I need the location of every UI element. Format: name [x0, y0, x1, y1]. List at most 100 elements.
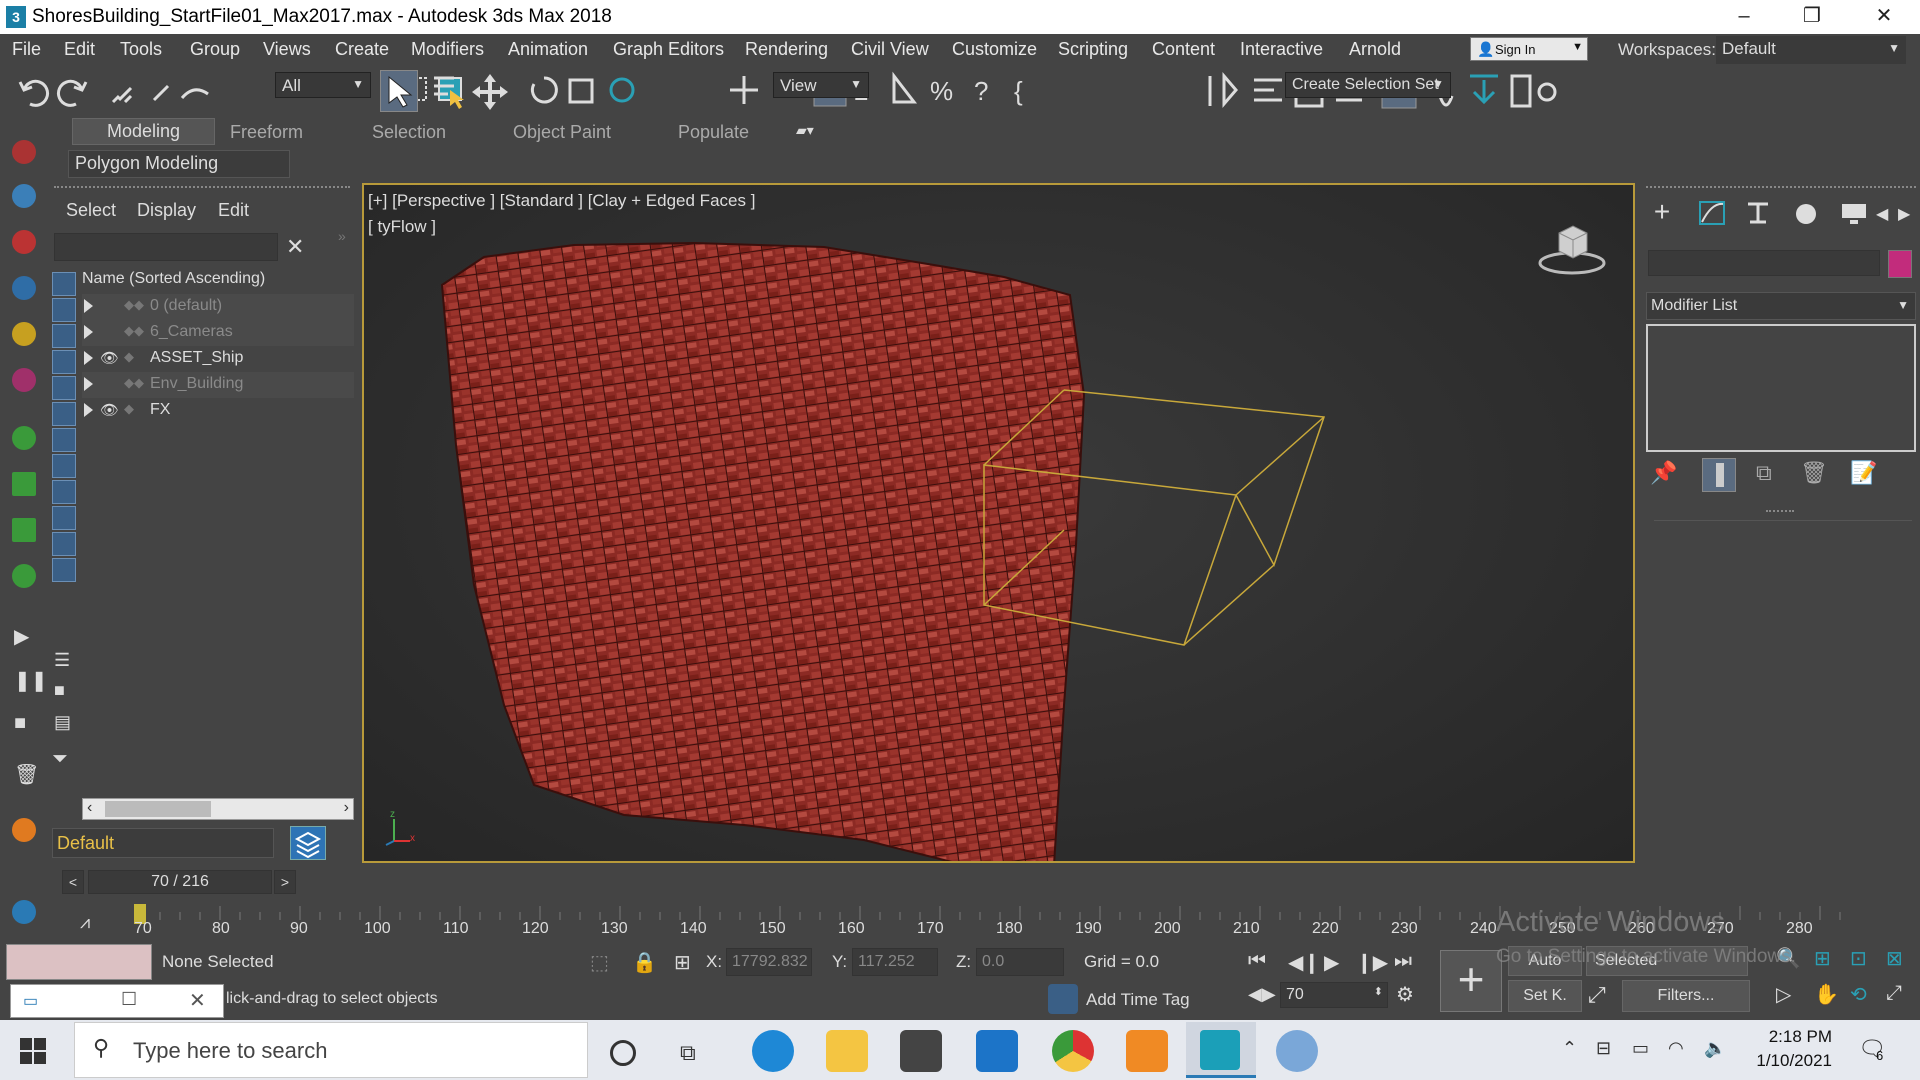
selection-lock-icon[interactable]: 🔒	[632, 950, 657, 975]
explorer-row[interactable]: 👁 ◆ FX	[82, 398, 354, 424]
menu-group[interactable]: Group	[190, 39, 240, 60]
paint-icon[interactable]	[1276, 1030, 1318, 1072]
z-coord-field[interactable]: 0.0	[976, 948, 1064, 976]
filter-bones-icon[interactable]	[52, 480, 76, 504]
close-button[interactable]: ✕	[1856, 0, 1912, 34]
filter-containers-icon[interactable]	[52, 506, 76, 530]
eye-icon[interactable]: 👁	[100, 349, 119, 367]
media-player-icon[interactable]	[1126, 1030, 1168, 1072]
mail-icon[interactable]	[976, 1030, 1018, 1072]
grid-icon[interactable]	[12, 518, 36, 542]
key-tangent-icon[interactable]: ⤢	[1588, 982, 1606, 1008]
battery-icon[interactable]: ▭	[1632, 1038, 1649, 1059]
ribbon-tab-modeling[interactable]: Modeling	[72, 118, 216, 145]
edge-icon[interactable]	[752, 1030, 794, 1072]
expand-triangle-icon[interactable]	[84, 351, 93, 365]
layer-explorer-button[interactable]	[290, 826, 326, 860]
create-tab-plus-icon[interactable]: +	[1646, 196, 1678, 230]
modify-tab-icon[interactable]	[1696, 196, 1728, 230]
curve-editor-mini-icon[interactable]: ⩘	[80, 912, 90, 933]
modifier-list-dropdown[interactable]: Modifier List ▼	[1646, 292, 1916, 320]
file-explorer-icon[interactable]	[826, 1030, 868, 1072]
expand-triangle-icon[interactable]	[84, 377, 93, 391]
taskbar-clock[interactable]: 2:18 PM 1/10/2021	[1736, 1027, 1832, 1071]
select-by-name-button[interactable]	[430, 72, 466, 110]
menu-rendering[interactable]: Rendering	[745, 39, 828, 60]
select-object-button[interactable]	[380, 70, 418, 112]
helpers-icon[interactable]	[12, 368, 36, 392]
cameras-icon[interactable]	[12, 322, 36, 346]
ribbon-options-icon[interactable]: ▰▾	[796, 122, 826, 140]
next-frame-icon[interactable]: ❙▶	[1356, 950, 1388, 975]
explorer-drag-handle[interactable]	[54, 186, 350, 192]
remove-modifier-icon[interactable]: 🗑	[1800, 460, 1828, 486]
time-slider-prev-button[interactable]: <	[62, 870, 84, 894]
add-time-tag-button[interactable]: Add Time Tag	[1086, 990, 1190, 1010]
filter-frozen-icon[interactable]	[52, 532, 76, 556]
task-view-icon[interactable]: ⧉	[680, 1040, 696, 1066]
orbit-icon[interactable]: ⟲	[1850, 982, 1867, 1007]
particles-icon[interactable]	[12, 426, 36, 450]
eye-icon[interactable]: 👁	[100, 401, 119, 419]
filter-select-icon[interactable]: ■	[54, 680, 65, 701]
spinner-icon[interactable]: ⬍	[1374, 985, 1383, 998]
expand-triangle-icon[interactable]	[84, 325, 93, 339]
wifi-icon[interactable]: ◠	[1668, 1038, 1684, 1059]
modifier-stack[interactable]	[1646, 324, 1916, 452]
menu-graph-editors[interactable]: Graph Editors	[613, 39, 724, 60]
cortana-icon[interactable]	[610, 1040, 636, 1066]
filter-cameras-icon[interactable]	[52, 350, 76, 374]
time-slider-thumb[interactable]: 70 / 216	[88, 870, 272, 894]
lights-icon[interactable]	[12, 276, 36, 300]
explorer-tab-edit[interactable]: Edit	[218, 200, 249, 221]
filter-list-icon[interactable]: ☰	[54, 650, 70, 671]
hierarchy-tab-icon[interactable]	[1742, 196, 1774, 230]
key-mode-icon[interactable]: ◀▶	[1248, 984, 1276, 1005]
play-icon[interactable]: ▶	[1324, 950, 1339, 975]
shapes-icon[interactable]	[12, 230, 36, 254]
filter-hidden-icon[interactable]	[52, 558, 76, 582]
filter-helpers-icon[interactable]	[52, 376, 76, 400]
volume-icon[interactable]: 🔈	[1704, 1038, 1726, 1059]
explorer-column-header[interactable]: Name (Sorted Ascending)	[82, 270, 265, 288]
ribbon-tab-freeform[interactable]: Freeform	[230, 122, 303, 143]
clear-search-icon[interactable]: ✕	[286, 234, 304, 260]
pause-icon[interactable]: ❚❚	[14, 668, 48, 693]
filter-groups-icon[interactable]	[52, 428, 76, 452]
motion-tab-icon[interactable]	[1790, 196, 1822, 230]
geometry-icon[interactable]	[12, 184, 36, 208]
pin-stack-icon[interactable]: 📌	[1650, 460, 1677, 486]
menu-civil-view[interactable]: Civil View	[851, 39, 929, 60]
sign-in-button[interactable]: 👤 Sign In ▼	[1470, 37, 1588, 61]
menu-content[interactable]: Content	[1152, 39, 1215, 60]
show-hidden-icons-icon[interactable]: ⌃	[1562, 1038, 1577, 1059]
explorer-row[interactable]: ◆◆ 0 (default)	[82, 294, 354, 320]
action-center-button[interactable]: 🗨 6	[1858, 1036, 1888, 1064]
explorer-horizontal-scrollbar[interactable]: ‹ ›	[82, 798, 354, 820]
explorer-row[interactable]: 👁 ◆ ASSET_Ship	[82, 346, 354, 372]
field-of-view-icon[interactable]: ▷	[1776, 982, 1791, 1007]
previous-frame-icon[interactable]: ◀❙	[1288, 950, 1320, 975]
taskbar-search-box[interactable]: ⚲ Type here to search	[74, 1022, 588, 1078]
menu-customize[interactable]: Customize	[952, 39, 1037, 60]
object-name-input[interactable]	[1648, 250, 1880, 276]
goto-start-icon[interactable]: ⏮	[1248, 950, 1266, 973]
show-end-result-button[interactable]	[1702, 458, 1736, 492]
perspective-viewport[interactable]: [+] [Perspective ] [Standard ] [Clay + E…	[362, 183, 1635, 863]
filter-shapes-icon[interactable]	[52, 298, 76, 322]
start-button[interactable]	[20, 1038, 46, 1069]
pan-hand-icon[interactable]: ✋	[1814, 982, 1839, 1007]
scrollbar-thumb[interactable]	[105, 801, 211, 817]
menu-interactive[interactable]: Interactive	[1240, 39, 1323, 60]
set-key-button[interactable]: Set K.	[1508, 980, 1582, 1012]
maximize-icon[interactable]: ☐	[121, 989, 137, 1010]
explorer-tab-display[interactable]: Display	[137, 200, 196, 221]
burst-icon[interactable]	[12, 564, 36, 588]
panel-scroll-right-icon[interactable]: ▶	[1898, 204, 1910, 224]
fire-icon[interactable]	[12, 818, 36, 842]
menu-create[interactable]: Create	[335, 39, 389, 60]
make-unique-icon[interactable]: ⧉	[1756, 460, 1772, 486]
scroll-right-icon[interactable]: ›	[344, 799, 349, 817]
network-device-icon[interactable]: ⊟	[1596, 1038, 1611, 1059]
maximize-viewport-icon[interactable]: ⤢	[1886, 982, 1902, 1005]
